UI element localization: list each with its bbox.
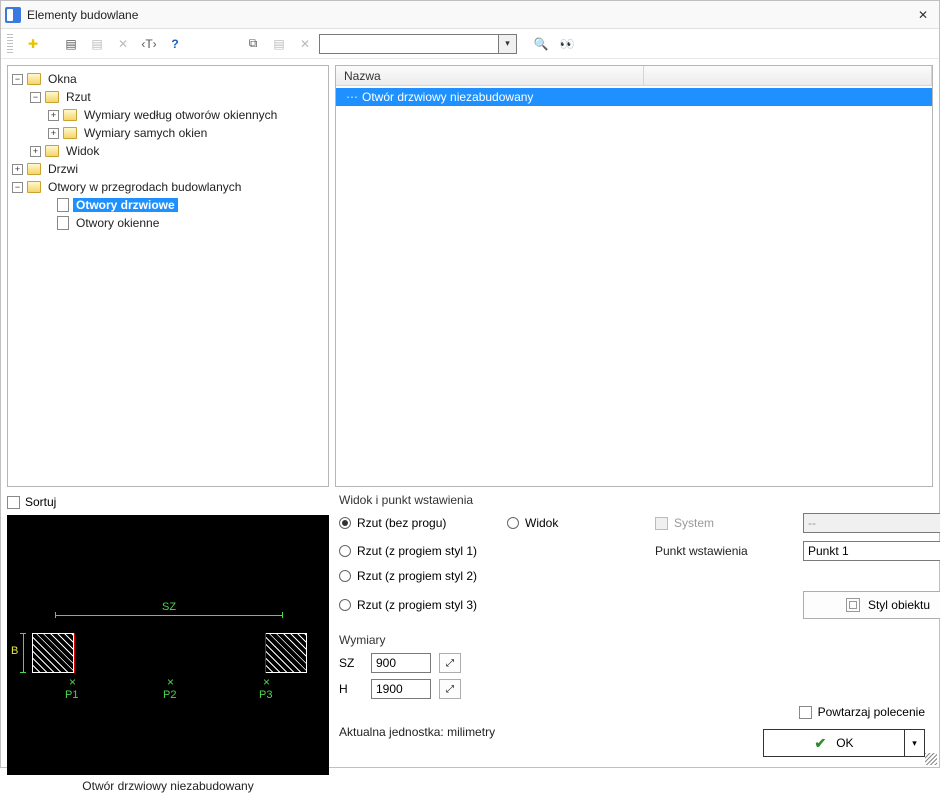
list-pane[interactable]: Nazwa ⋯ Otwór drzwiowy niezabudowany <box>335 65 933 487</box>
tree-toggle[interactable]: − <box>12 74 23 85</box>
punkt-wstawienia-label: Punkt wstawienia <box>655 544 795 558</box>
doc-icon <box>57 198 69 212</box>
toolbar-grip <box>7 34 13 54</box>
preview-p1: P1 <box>65 689 78 701</box>
ok-split-button[interactable]: ▾ <box>904 730 924 756</box>
list-column-empty <box>644 66 932 85</box>
sz-input[interactable] <box>371 653 431 673</box>
tree-pane[interactable]: −Okna −Rzut +Wymiary według otworów okie… <box>7 65 329 487</box>
tree-otwory-przegrody[interactable]: Otwory w przegrodach budowlanych <box>45 180 244 194</box>
h-label: H <box>339 682 363 696</box>
tree-otwory-drzwiowe[interactable]: Otwory drzwiowe <box>73 198 178 212</box>
punkt-wstawienia-combo[interactable]: ▾ <box>803 541 940 561</box>
repeat-checkbox[interactable] <box>799 706 812 719</box>
folder-icon <box>27 181 41 193</box>
radio-rzut-styl1[interactable]: Rzut (z progiem styl 1) <box>339 544 499 558</box>
tree-toggle[interactable]: − <box>30 92 41 103</box>
doc2-icon: ▤ <box>85 33 109 55</box>
folder-icon <box>45 91 59 103</box>
tree-toggle[interactable]: + <box>12 164 23 175</box>
punkt-wstawienia-input[interactable] <box>803 541 940 561</box>
folder-icon <box>63 127 77 139</box>
preview-p2: P2 <box>163 689 176 701</box>
titlebar: Elementy budowlane ✕ <box>1 1 939 29</box>
section-view-title: Widok i punkt wstawienia <box>339 493 940 507</box>
system-combo: ▾ <box>803 513 940 533</box>
tree-toggle[interactable]: + <box>48 110 59 121</box>
preview-p3: P3 <box>259 689 272 701</box>
list-column-nazwa[interactable]: Nazwa <box>336 66 644 85</box>
tree-wymiary-otwory[interactable]: Wymiary według otworów okiennych <box>81 108 280 122</box>
preview-b-label: B <box>11 645 18 657</box>
sortuj-checkbox[interactable] <box>7 496 20 509</box>
resize-grip[interactable] <box>925 753 937 765</box>
h-input[interactable] <box>371 679 431 699</box>
style-icon <box>846 598 860 612</box>
copy-icon[interactable]: ⧉ <box>241 33 265 55</box>
sortuj-label: Sortuj <box>25 495 56 509</box>
list-row-label: Otwór drzwiowy niezabudowany <box>362 90 533 104</box>
tree-toggle[interactable]: + <box>30 146 41 157</box>
binoculars-icon[interactable]: 👀 <box>555 33 579 55</box>
folder-icon <box>27 73 41 85</box>
radio-rzut-styl3[interactable]: Rzut (z progiem styl 3) <box>339 598 499 612</box>
ok-button[interactable]: ✔OK ▾ <box>763 729 925 757</box>
folder-icon <box>27 163 41 175</box>
sz-pick-button[interactable]: ⤢ <box>439 653 461 673</box>
preview-canvas: SZ B × P1 × P2 × P3 <box>7 515 329 775</box>
toolbar-search[interactable]: ▾ <box>319 34 517 54</box>
tree-toggle[interactable]: + <box>48 128 59 139</box>
app-icon <box>5 7 21 23</box>
section-dims-title: Wymiary <box>339 633 940 647</box>
preview-caption: Otwór drzwiowy niezabudowany <box>7 775 329 797</box>
list-row[interactable]: ⋯ Otwór drzwiowy niezabudowany <box>336 88 932 106</box>
repeat-label: Powtarzaj polecenie <box>818 705 925 719</box>
tree-drzwi[interactable]: Drzwi <box>45 162 81 176</box>
search-icon[interactable]: 🔍 <box>529 33 553 55</box>
toolbar-search-input[interactable] <box>319 34 499 54</box>
tree-otwory-okienne[interactable]: Otwory okienne <box>73 216 162 230</box>
tree-wymiary-okien[interactable]: Wymiary samych okien <box>81 126 210 140</box>
toolbar: ✚ ▤ ▤ ✕ ‹T› ? ⧉ ▤ ✕ ▾ 🔍 👀 <box>1 29 939 59</box>
preview-sz-label: SZ <box>162 601 176 613</box>
close-button[interactable]: ✕ <box>913 5 933 25</box>
folder-icon <box>45 145 59 157</box>
help-icon[interactable]: ? <box>163 33 187 55</box>
tree-okna[interactable]: Okna <box>45 72 80 86</box>
check-icon: ✔ <box>814 735 826 752</box>
folder-icon <box>63 109 77 121</box>
add-icon[interactable]: ✚ <box>21 33 45 55</box>
list-row-dots-icon: ⋯ <box>346 90 358 104</box>
text-style-icon[interactable]: ‹T› <box>137 33 161 55</box>
list-header: Nazwa <box>336 66 932 86</box>
paste-icon: ▤ <box>267 33 291 55</box>
radio-rzut-styl2[interactable]: Rzut (z progiem styl 2) <box>339 569 499 583</box>
window-title: Elementy budowlane <box>27 8 138 22</box>
tree-toggle[interactable]: − <box>12 182 23 193</box>
radio-rzut-bez-progu[interactable]: Rzut (bez progu) <box>339 516 499 530</box>
doc-icon[interactable]: ▤ <box>59 33 83 55</box>
h-pick-button[interactable]: ⤢ <box>439 679 461 699</box>
toolbar-search-dropdown[interactable]: ▾ <box>499 34 517 54</box>
tools-icon: ✕ <box>111 33 135 55</box>
repeat-checkbox-row[interactable]: Powtarzaj polecenie <box>799 705 925 719</box>
styl-obiektu-button[interactable]: Styl obiektu <box>803 591 940 619</box>
delete-icon: ✕ <box>293 33 317 55</box>
tree-widok[interactable]: Widok <box>63 144 102 158</box>
radio-widok[interactable]: Widok <box>507 516 647 530</box>
tree-rzut[interactable]: Rzut <box>63 90 94 104</box>
sz-label: SZ <box>339 656 363 670</box>
system-checkbox: System <box>655 516 795 530</box>
doc-icon <box>57 216 69 230</box>
